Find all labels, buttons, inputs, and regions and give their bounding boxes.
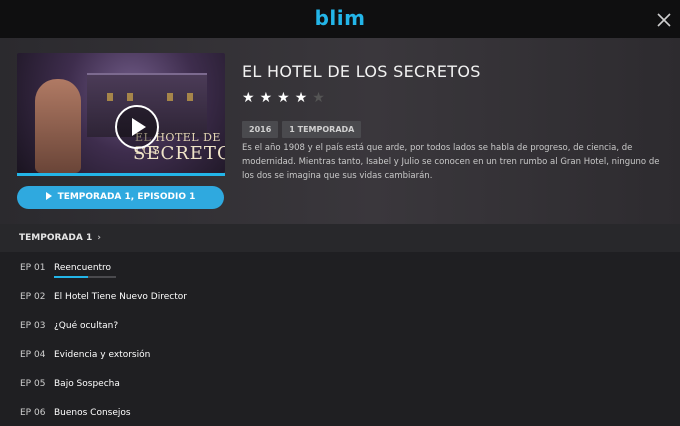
thumbnail-window (187, 93, 193, 101)
blim-logo: blim (314, 6, 366, 30)
play-episode-label: TEMPORADA 1, EPISODIO 1 (57, 192, 196, 202)
episode-number: EP 05 (20, 379, 46, 389)
episode-title[interactable]: El Hotel Tiene Nuevo Director (54, 292, 187, 302)
rating-stars: ★ ★ ★ ★ ★ (242, 90, 330, 106)
episode-progress-bar (54, 276, 116, 278)
season-selector[interactable]: TEMPORADA 1 › (0, 224, 680, 252)
thumbnail-window (107, 93, 113, 101)
episode-number: EP 04 (20, 350, 46, 360)
episode-number: EP 02 (20, 292, 46, 302)
episode-title[interactable]: Buenos Consejos (54, 408, 131, 418)
top-bar: blim (0, 0, 680, 38)
info-badges: 2016 1 TEMPORADA (242, 117, 365, 138)
episode-progress-fill (54, 276, 89, 278)
episode-title[interactable]: ¿Qué ocultan? (54, 321, 118, 331)
play-episode-button[interactable]: TEMPORADA 1, EPISODIO 1 (17, 186, 224, 209)
star-filled-icon: ★ (294, 90, 308, 106)
show-hero: EL HOTEL DE LOS SECRETOS TEMPORADA 1, EP… (0, 38, 680, 224)
star-empty-icon: ★ (312, 90, 325, 106)
thumbnail-figure (35, 79, 81, 173)
watch-progress-fill (17, 173, 225, 176)
chevron-right-icon: › (97, 233, 101, 243)
close-icon[interactable] (656, 12, 672, 28)
play-icon[interactable] (115, 105, 159, 149)
episode-row[interactable]: EP 06 Buenos Consejos (0, 397, 680, 426)
watch-progress-bar (17, 173, 225, 176)
episode-row[interactable]: EP 03 ¿Qué ocultan? (0, 310, 680, 339)
season-label[interactable]: TEMPORADA 1 › (19, 233, 101, 243)
star-filled-icon: ★ (259, 90, 273, 106)
episode-row[interactable]: EP 02 El Hotel Tiene Nuevo Director (0, 281, 680, 310)
seasons-badge: 1 TEMPORADA (282, 121, 362, 138)
show-thumbnail[interactable]: EL HOTEL DE LOS SECRETOS (17, 53, 225, 173)
thumbnail-window (167, 93, 173, 101)
thumbnail-window (127, 93, 133, 101)
episode-number: EP 06 (20, 408, 46, 418)
show-description: Es el año 1908 y el país está que arde, … (242, 143, 660, 181)
episode-row[interactable]: EP 04 Evidencia y extorsión (0, 339, 680, 368)
episode-number: EP 03 (20, 321, 46, 331)
episode-row[interactable]: EP 01 Reencuentro (0, 252, 680, 281)
episode-list: EP 01 Reencuentro EP 02 El Hotel Tiene Nuev… (0, 252, 680, 426)
show-title: EL HOTEL DE LOS SECRETOS (242, 62, 481, 81)
star-filled-icon: ★ (277, 90, 290, 106)
star-filled-icon: ★ (242, 90, 255, 106)
episode-title[interactable]: Bajo Sospecha (54, 379, 120, 389)
episode-title[interactable]: Reencuentro (54, 263, 111, 273)
play-triangle-icon (45, 191, 52, 200)
episode-title[interactable]: Evidencia y extorsión (54, 350, 150, 360)
episode-row[interactable]: EP 05 Bajo Sospecha (0, 368, 680, 397)
season-label-text: TEMPORADA 1 (19, 233, 93, 243)
episode-number: EP 01 (20, 263, 46, 273)
year-badge: 2016 (242, 121, 279, 138)
